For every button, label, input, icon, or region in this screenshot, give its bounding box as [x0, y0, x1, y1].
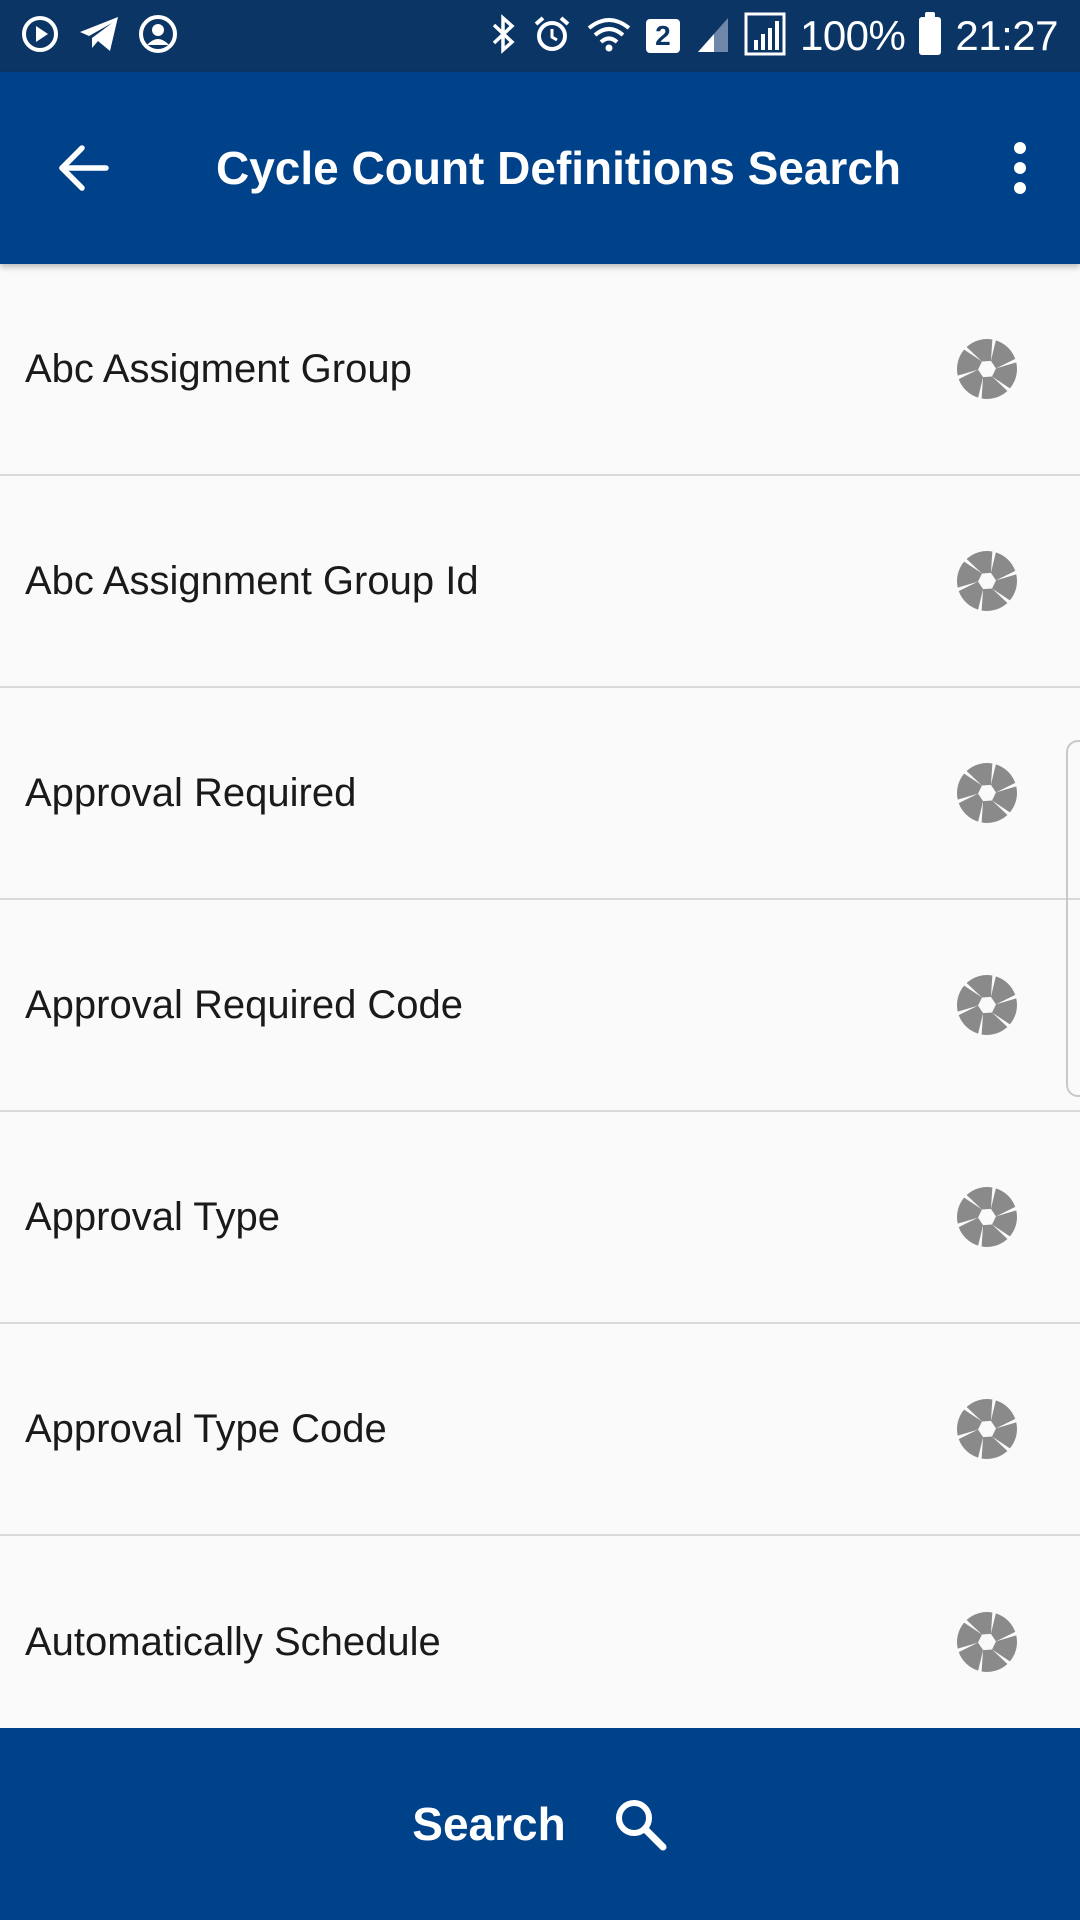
page-title: Cycle Count Definitions Search — [216, 142, 902, 194]
media-play-icon — [20, 14, 60, 59]
list-item-label: Approval Type — [25, 1194, 280, 1239]
account-icon — [138, 14, 178, 59]
search-button[interactable]: Search — [0, 1728, 1080, 1920]
list-item[interactable]: Approval Type Code — [0, 1324, 1080, 1536]
alarm-icon — [532, 14, 572, 59]
list-item[interactable]: Approval Required Code — [0, 900, 1080, 1112]
list-item[interactable]: Abc Assignment Group Id — [0, 476, 1080, 688]
app-bar: Cycle Count Definitions Search — [0, 72, 1080, 264]
list-item-label: Approval Required Code — [25, 982, 464, 1027]
arrow-back-icon — [59, 145, 109, 191]
list-item[interactable]: Automatically Schedule — [0, 1536, 1080, 1748]
aperture-icon[interactable] — [956, 550, 1018, 612]
aperture-icon[interactable] — [956, 1186, 1018, 1248]
wifi-icon — [586, 14, 632, 59]
battery-icon — [919, 12, 942, 55]
clock: 21:27 — [955, 12, 1058, 59]
scroll-indicator[interactable] — [1066, 740, 1080, 1097]
sim-badge: 2 — [645, 19, 680, 53]
overflow-menu-button[interactable] — [990, 138, 1050, 198]
more-vert-icon — [1014, 142, 1026, 194]
status-bar: 2 100% 21:27 — [0, 0, 1080, 72]
search-button-label: Search — [412, 1798, 566, 1850]
bluetooth-icon — [488, 13, 518, 59]
list-item-label: Abc Assignment Group Id — [25, 558, 479, 603]
aperture-icon[interactable] — [956, 974, 1018, 1036]
aperture-icon[interactable] — [956, 338, 1018, 400]
battery-percent: 100% — [799, 12, 906, 59]
back-button[interactable] — [54, 138, 114, 198]
list-item[interactable]: Abc Assigment Group — [0, 264, 1080, 476]
list-item-label: Approval Required — [25, 770, 357, 815]
field-list: Abc Assigment Group Abc Assignment Group … — [0, 264, 1080, 1748]
list-item-label: Automatically Schedule — [25, 1619, 441, 1664]
signal-icon — [694, 14, 730, 59]
list-item-label: Approval Type Code — [25, 1406, 387, 1451]
signal-roaming-icon — [744, 12, 786, 61]
status-bar-left — [20, 14, 178, 59]
list-item[interactable]: Approval Required — [0, 688, 1080, 900]
list-item[interactable]: Approval Type — [0, 1112, 1080, 1324]
status-bar-right: 2 100% 21:27 — [488, 12, 1058, 61]
aperture-icon[interactable] — [956, 1611, 1018, 1673]
list-item-label: Abc Assigment Group — [25, 346, 412, 391]
telegram-icon — [78, 14, 120, 59]
aperture-icon[interactable] — [956, 1398, 1018, 1460]
search-icon — [615, 1800, 667, 1851]
aperture-icon[interactable] — [956, 762, 1018, 824]
